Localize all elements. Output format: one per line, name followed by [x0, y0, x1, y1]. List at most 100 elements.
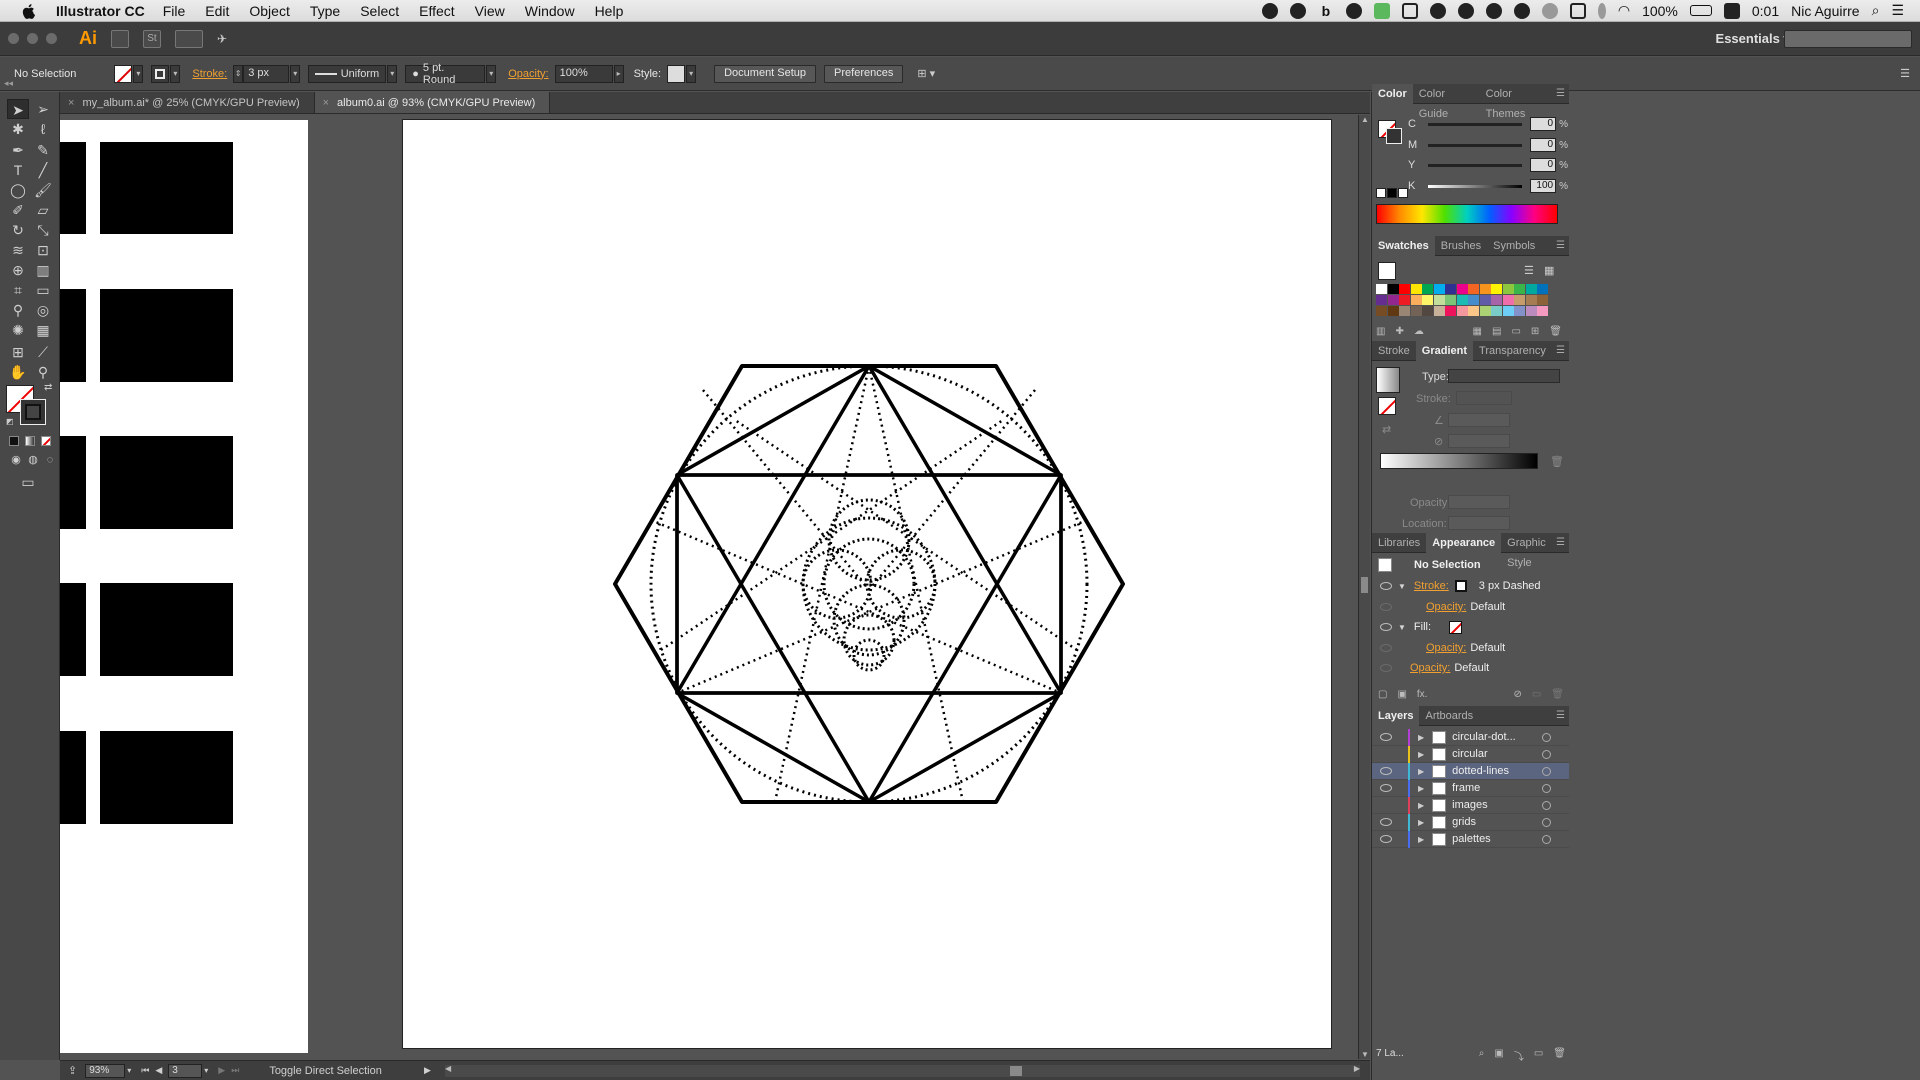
zoom-tool-icon[interactable]: ⚲ [32, 362, 54, 382]
expand-layer-icon[interactable]: ▶ [1418, 733, 1424, 742]
color-swatch[interactable] [1491, 295, 1502, 305]
scroll-up-icon[interactable]: ▲ [1361, 115, 1369, 124]
preferences-button[interactable]: Preferences [824, 64, 904, 83]
brush-dropdown[interactable]: ▾ [486, 64, 497, 83]
menu-type[interactable]: Type [310, 3, 340, 19]
cyan-slider[interactable]: C 0% [1408, 116, 1568, 132]
appearance-fill-opacity-row[interactable]: Opacity: Default [1372, 638, 1569, 658]
new-sublayer-icon[interactable]: ⤵ [1514, 1048, 1524, 1063]
vertical-scrollbar[interactable]: ▲ ▼ [1358, 115, 1370, 1059]
rotate-tool-icon[interactable]: ↻ [7, 220, 29, 240]
menu-window[interactable]: Window [525, 3, 575, 19]
color-swatch[interactable] [1502, 306, 1514, 316]
visibility-eye-icon[interactable] [1380, 623, 1392, 631]
warp-tool-icon[interactable]: ≋ [7, 240, 29, 260]
display-icon[interactable] [1723, 2, 1740, 19]
graphic-style-swatch[interactable] [667, 64, 686, 83]
color-swatch[interactable] [1399, 306, 1410, 316]
color-swatch[interactable] [1479, 306, 1491, 316]
horizontal-scroll-thumb[interactable] [1010, 1066, 1022, 1076]
fill-attribute-swatch[interactable] [1449, 620, 1463, 634]
magenta-value-field[interactable]: 0 [1530, 138, 1557, 152]
expand-layer-icon[interactable]: ▶ [1418, 750, 1424, 759]
curvature-tool-icon[interactable]: ✎ [32, 140, 54, 160]
swatch-libraries-icon[interactable]: ▥ [1376, 326, 1385, 340]
layer-visibility-eye-icon[interactable] [1380, 801, 1392, 809]
previous-artboard-icon[interactable]: ◀ [155, 1065, 162, 1076]
add-fill-icon[interactable]: ▣ [1397, 689, 1406, 703]
artboard-number-field[interactable]: 3 [168, 1063, 203, 1078]
color-swatch[interactable] [1537, 306, 1548, 316]
color-swatch[interactable] [1387, 284, 1399, 294]
layer-target-icon[interactable] [1542, 749, 1552, 759]
duplicate-item-icon[interactable]: ▭ [1532, 689, 1541, 703]
gradient-tool-icon[interactable]: ▭ [32, 280, 54, 300]
color-swatch[interactable] [1433, 306, 1445, 316]
vertical-scroll-thumb[interactable] [1361, 577, 1368, 593]
eraser-tool-icon[interactable]: ▱ [32, 200, 54, 220]
shape-builder-tool-icon[interactable]: ⊕ [7, 260, 29, 280]
moon-icon[interactable] [1429, 2, 1446, 19]
expand-layer-icon[interactable]: ▶ [1418, 767, 1424, 776]
black-value-field[interactable]: 100 [1530, 179, 1557, 193]
share-icon[interactable]: ⇪ [68, 1064, 77, 1077]
color-swatch[interactable] [1479, 284, 1491, 294]
menu-help[interactable]: Help [595, 3, 624, 19]
image-placeholder[interactable] [100, 436, 233, 529]
color-swatch[interactable] [1514, 306, 1525, 316]
color-swatch[interactable] [1376, 295, 1387, 305]
color-swatch[interactable] [1491, 306, 1502, 316]
color-swatch[interactable] [1410, 306, 1422, 316]
image-placeholder[interactable] [100, 731, 233, 824]
artboard-tool-icon[interactable]: ⊞ [7, 342, 29, 362]
swatch-options-icon[interactable]: ▦ [1473, 326, 1482, 340]
swatch-fill-proxy[interactable] [1378, 262, 1396, 280]
delete-stop-icon[interactable]: 🗑 [1550, 455, 1564, 468]
battery-icon[interactable] [1689, 5, 1712, 16]
image-placeholder[interactable] [100, 583, 233, 676]
menu-view[interactable]: View [475, 3, 505, 19]
horizontal-scrollbar[interactable]: ◀ ▶ [445, 1064, 1360, 1077]
scroll-left-icon[interactable]: ◀ [445, 1064, 451, 1073]
layer-target-icon[interactable] [1542, 732, 1552, 742]
color-swatch[interactable] [1399, 284, 1410, 294]
menu-edit[interactable]: Edit [205, 3, 229, 19]
stroke-dropdown[interactable]: ▾ [170, 64, 181, 83]
pen-tool-icon[interactable]: ✒ [7, 140, 29, 160]
gradient-location-field[interactable] [1448, 516, 1510, 530]
blend-tool-icon[interactable]: ◎ [32, 300, 54, 320]
color-swatch[interactable] [1525, 306, 1537, 316]
color-swatch[interactable] [1376, 284, 1387, 294]
tab-color[interactable]: Color [1372, 83, 1413, 104]
color-swatch[interactable] [1514, 295, 1525, 305]
color-swatch[interactable] [1456, 306, 1468, 316]
expand-layer-icon[interactable]: ▶ [1418, 818, 1424, 827]
color-swatch[interactable] [1445, 284, 1456, 294]
layer-target-icon[interactable] [1542, 817, 1552, 827]
scroll-right-icon[interactable]: ▶ [1354, 1064, 1360, 1073]
color-swatch[interactable] [1387, 306, 1399, 316]
new-layer-icon[interactable]: ▭ [1534, 1048, 1543, 1062]
default-colors-icon[interactable]: ◩ [6, 417, 14, 426]
color-swatch[interactable] [1376, 306, 1387, 316]
stroke-opacity-label[interactable]: Opacity: [1426, 601, 1466, 613]
color-swatch[interactable] [1445, 295, 1456, 305]
sync-icon[interactable] [1485, 2, 1502, 19]
slider-track[interactable] [1427, 184, 1523, 188]
visibility-eye-icon[interactable] [1380, 603, 1392, 611]
bluetooth-icon[interactable] [1597, 2, 1606, 19]
color-swatch[interactable] [1537, 284, 1548, 294]
sacred-geometry-artwork[interactable] [403, 120, 1333, 1050]
expand-layer-icon[interactable]: ▶ [1418, 784, 1424, 793]
tab-libraries[interactable]: Libraries [1372, 533, 1426, 553]
layer-row[interactable]: ▶ dotted-lines [1372, 762, 1569, 780]
menu-object[interactable]: Object [249, 3, 289, 19]
black-swatch[interactable] [1387, 188, 1397, 198]
close-tab-icon[interactable]: × [68, 97, 74, 109]
artboard-active[interactable] [402, 119, 1332, 1049]
app-menu[interactable]: Illustrator CC [56, 3, 145, 19]
layer-row[interactable]: ▶ palettes [1372, 830, 1569, 848]
panel-menu-icon[interactable]: ☰ [1556, 710, 1565, 721]
arrange-icon[interactable]: ⊞ ▾ [917, 67, 935, 80]
layer-target-icon[interactable] [1542, 766, 1552, 776]
